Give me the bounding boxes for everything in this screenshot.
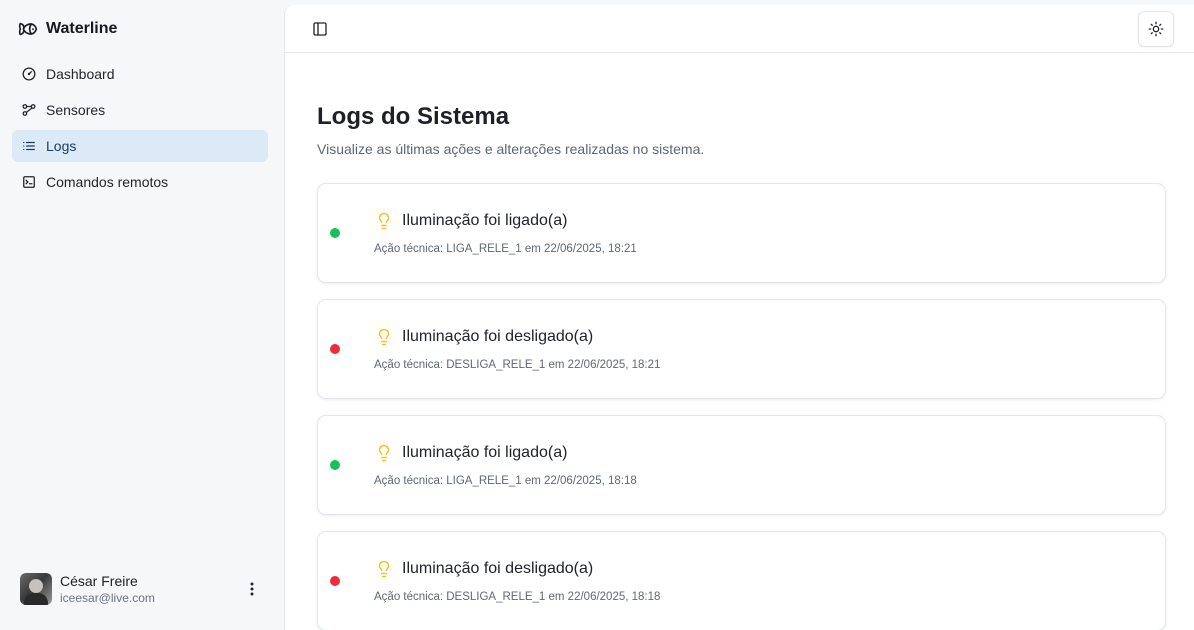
sidebar-item-comandos-remotos[interactable]: Comandos remotos xyxy=(12,166,268,198)
lightbulb-icon xyxy=(374,559,394,579)
gauge-icon xyxy=(22,67,36,81)
log-body: Iluminação foi ligado(a) Ação técnica: L… xyxy=(374,211,637,255)
workflow-icon xyxy=(22,103,36,117)
list-icon xyxy=(22,139,36,153)
content: Logs do Sistema Visualize as últimas açõ… xyxy=(285,53,1194,630)
sidebar-item-label: Sensores xyxy=(46,102,106,118)
avatar xyxy=(20,573,52,605)
log-title-row: Iluminação foi ligado(a) xyxy=(374,443,637,463)
status-dot xyxy=(330,228,340,238)
log-title-row: Iluminação foi desligado(a) xyxy=(374,559,660,579)
log-title: Iluminação foi desligado(a) xyxy=(402,560,594,577)
log-body: Iluminação foi desligado(a) Ação técnica… xyxy=(374,559,660,603)
sidebar-item-label: Comandos remotos xyxy=(46,174,169,190)
fish-icon xyxy=(18,19,38,39)
terminal-icon xyxy=(22,175,36,189)
log-title: Iluminação foi ligado(a) xyxy=(402,444,568,461)
sun-icon xyxy=(1148,21,1164,37)
sidebar-item-sensores[interactable]: Sensores xyxy=(12,94,268,126)
app: Waterline Dashboard Sensores Logs Comand… xyxy=(0,0,1194,630)
log-title: Iluminação foi ligado(a) xyxy=(402,212,568,229)
status-dot xyxy=(330,576,340,586)
log-body: Iluminação foi ligado(a) Ação técnica: L… xyxy=(374,443,637,487)
theme-toggle-button[interactable] xyxy=(1138,10,1174,47)
page-subtitle: Visualize as últimas ações e alterações … xyxy=(317,141,705,157)
sidebar-toggle-icon[interactable] xyxy=(309,18,331,40)
log-card: Iluminação foi ligado(a) Ação técnica: L… xyxy=(317,183,1166,283)
sidebar-item-label: Logs xyxy=(46,138,77,154)
log-body: Iluminação foi desligado(a) Ação técnica… xyxy=(374,327,660,371)
brand[interactable]: Waterline xyxy=(12,0,268,58)
main-panel: Logs do Sistema Visualize as últimas açõ… xyxy=(284,5,1194,630)
topbar xyxy=(285,5,1194,53)
log-detail: Ação técnica: DESLIGA_RELE_1 em 22/06/20… xyxy=(374,359,661,371)
lightbulb-icon xyxy=(374,443,394,463)
page-title: Logs do Sistema xyxy=(317,103,510,130)
user-menu[interactable]: César Freire iceesar@live.com xyxy=(12,560,268,618)
user-email: iceesar@live.com xyxy=(60,591,155,605)
log-title-row: Iluminação foi ligado(a) xyxy=(374,211,637,231)
sidebar-item-label: Dashboard xyxy=(46,66,115,82)
brand-name: Waterline xyxy=(46,20,118,37)
log-title: Iluminação foi desligado(a) xyxy=(402,328,594,345)
log-detail: Ação técnica: LIGA_RELE_1 em 22/06/2025,… xyxy=(374,475,637,487)
status-dot xyxy=(330,344,340,354)
user-info: César Freire iceesar@live.com xyxy=(60,573,236,605)
log-card: Iluminação foi desligado(a) Ação técnica… xyxy=(317,299,1166,399)
lightbulb-icon xyxy=(374,327,394,347)
log-card: Iluminação foi ligado(a) Ação técnica: L… xyxy=(317,415,1166,515)
status-dot xyxy=(330,460,340,470)
log-list: Iluminação foi ligado(a) Ação técnica: L… xyxy=(317,183,1166,630)
log-detail: Ação técnica: DESLIGA_RELE_1 em 22/06/20… xyxy=(374,591,661,603)
lightbulb-icon xyxy=(374,211,394,231)
user-name: César Freire xyxy=(60,573,138,589)
log-detail: Ação técnica: LIGA_RELE_1 em 22/06/2025,… xyxy=(374,243,637,255)
log-card: Iluminação foi desligado(a) Ação técnica… xyxy=(317,531,1166,630)
sidebar-item-dashboard[interactable]: Dashboard xyxy=(12,58,268,90)
sidebar-nav: Dashboard Sensores Logs Comandos remotos xyxy=(12,58,268,198)
log-title-row: Iluminação foi desligado(a) xyxy=(374,327,660,347)
more-vertical-icon[interactable] xyxy=(244,579,260,599)
sidebar-item-logs[interactable]: Logs xyxy=(12,130,268,162)
sidebar: Waterline Dashboard Sensores Logs Comand… xyxy=(0,0,284,630)
